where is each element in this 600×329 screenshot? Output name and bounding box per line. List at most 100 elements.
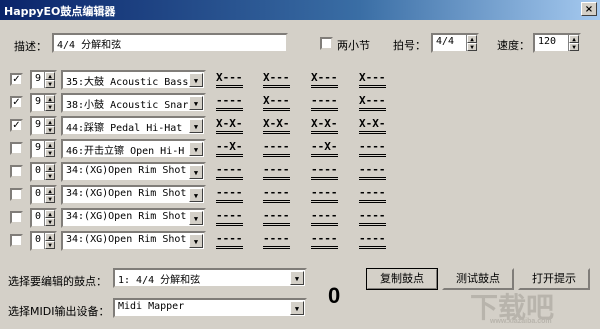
spin-down-icon[interactable]: ▼ [45,172,55,180]
track-enable-checkbox[interactable] [10,142,23,155]
beat-pattern-cell[interactable]: --X- [216,141,243,157]
beat-pattern-cell[interactable]: ---- [359,141,386,157]
chevron-down-icon[interactable]: ▼ [189,142,203,156]
beat-pattern-cell[interactable]: ---- [359,233,386,249]
track-volume-spinner[interactable]: ▲ ▼ [44,95,55,111]
spin-down-icon[interactable]: ▼ [45,80,55,88]
beat-pattern-cell[interactable]: ---- [263,187,290,203]
spin-down-icon[interactable]: ▼ [45,126,55,134]
beat-pattern-cell[interactable]: X--- [311,72,338,88]
spin-down-icon[interactable]: ▼ [45,103,55,111]
beat-pattern-cell[interactable]: X-X- [263,118,290,134]
track-enable-checkbox[interactable]: ✓ [10,119,23,132]
track-volume-field[interactable]: 9 ▲ ▼ [30,139,57,159]
track-volume-spinner[interactable]: ▲ ▼ [44,187,55,203]
beat-pattern-cell[interactable]: ---- [216,210,243,226]
beat-pattern-cell[interactable]: ---- [311,164,338,180]
track-volume-field[interactable]: 0 ▲ ▼ [30,185,57,205]
track-volume-spinner[interactable]: ▲ ▼ [44,210,55,226]
track-volume-spinner[interactable]: ▲ ▼ [44,233,55,249]
spin-down-icon[interactable]: ▼ [45,149,55,157]
beat-pattern-cell[interactable]: ---- [359,210,386,226]
track-volume-field[interactable]: 0 ▲ ▼ [30,231,57,251]
close-button[interactable]: × [581,2,597,16]
track-enable-checkbox[interactable] [10,211,23,224]
time-signature-spinner[interactable]: ▲ ▼ [466,35,477,51]
beat-pattern-cell[interactable]: X--- [359,72,386,88]
beat-pattern-cell[interactable]: ---- [216,95,243,111]
beat-pattern-cell[interactable]: ---- [311,210,338,226]
track-enable-checkbox[interactable]: ✓ [10,96,23,109]
track-instrument-select[interactable]: 34:(XG)Open Rim Shot ▼ [61,231,206,251]
spin-up-icon[interactable]: ▲ [45,164,55,172]
track-instrument-select[interactable]: 38:小鼓 Acoustic Snar ▼ [61,93,206,113]
spin-down-icon[interactable]: ▼ [569,43,579,51]
track-instrument-select[interactable]: 34:(XG)Open Rim Shot ▼ [61,185,206,205]
beat-pattern-cell[interactable]: ---- [311,187,338,203]
chevron-down-icon[interactable]: ▼ [189,73,203,87]
spin-up-icon[interactable]: ▲ [45,233,55,241]
chevron-down-icon[interactable]: ▼ [189,96,203,110]
spin-down-icon[interactable]: ▼ [45,195,55,203]
beat-pattern-cell[interactable]: ---- [216,233,243,249]
pattern-select[interactable]: 1: 4/4 分解和弦 ▼ [113,268,307,288]
spin-up-icon[interactable]: ▲ [45,72,55,80]
tempo-spinner[interactable]: ▲ ▼ [568,35,579,51]
description-input[interactable]: 4/4 分解和弦 [52,33,288,53]
beat-pattern-cell[interactable]: ---- [263,164,290,180]
copy-pattern-button[interactable]: 复制鼓点 [366,268,438,290]
beat-pattern-cell[interactable]: X-X- [216,118,243,134]
spin-down-icon[interactable]: ▼ [45,241,55,249]
spin-up-icon[interactable]: ▲ [45,187,55,195]
chevron-down-icon[interactable]: ▼ [189,234,203,248]
beat-pattern-cell[interactable]: ---- [216,187,243,203]
track-volume-field[interactable]: 0 ▲ ▼ [30,162,57,182]
track-instrument-select[interactable]: 35:大鼓 Acoustic Bass ▼ [61,70,206,90]
spin-down-icon[interactable]: ▼ [45,218,55,226]
beat-pattern-cell[interactable]: X-X- [311,118,338,134]
spin-up-icon[interactable]: ▲ [569,35,579,43]
beat-pattern-cell[interactable]: X-X- [359,118,386,134]
midi-device-select[interactable]: Midi Mapper ▼ [113,298,307,318]
spin-up-icon[interactable]: ▲ [45,118,55,126]
spin-up-icon[interactable]: ▲ [45,210,55,218]
chevron-down-icon[interactable]: ▼ [290,271,304,285]
beat-pattern-cell[interactable]: --X- [311,141,338,157]
track-volume-field[interactable]: 9 ▲ ▼ [30,116,57,136]
chevron-down-icon[interactable]: ▼ [189,211,203,225]
time-signature-field[interactable]: 4/4 ▲ ▼ [431,33,479,53]
track-instrument-select[interactable]: 44:踩镲 Pedal Hi-Hat ▼ [61,116,206,136]
beat-pattern-cell[interactable]: ---- [216,164,243,180]
chevron-down-icon[interactable]: ▼ [189,165,203,179]
beat-pattern-cell[interactable]: ---- [263,210,290,226]
spin-up-icon[interactable]: ▲ [467,35,477,43]
beat-pattern-cell[interactable]: X--- [216,72,243,88]
track-volume-field[interactable]: 0 ▲ ▼ [30,208,57,228]
track-volume-spinner[interactable]: ▲ ▼ [44,72,55,88]
tempo-field[interactable]: 120 ▲ ▼ [533,33,581,53]
track-enable-checkbox[interactable] [10,234,23,247]
track-enable-checkbox[interactable] [10,165,23,178]
track-volume-field[interactable]: 9 ▲ ▼ [30,70,57,90]
chevron-down-icon[interactable]: ▼ [189,188,203,202]
beat-pattern-cell[interactable]: X--- [359,95,386,111]
beat-pattern-cell[interactable]: ---- [311,95,338,111]
track-volume-spinner[interactable]: ▲ ▼ [44,118,55,134]
track-enable-checkbox[interactable] [10,188,23,201]
beat-pattern-cell[interactable]: ---- [263,233,290,249]
track-volume-field[interactable]: 9 ▲ ▼ [30,93,57,113]
spin-up-icon[interactable]: ▲ [45,141,55,149]
beat-pattern-cell[interactable]: ---- [263,141,290,157]
spin-up-icon[interactable]: ▲ [45,95,55,103]
track-volume-spinner[interactable]: ▲ ▼ [44,141,55,157]
beat-pattern-cell[interactable]: ---- [359,164,386,180]
beat-pattern-cell[interactable]: ---- [311,233,338,249]
track-volume-spinner[interactable]: ▲ ▼ [44,164,55,180]
beat-pattern-cell[interactable]: X--- [263,72,290,88]
chevron-down-icon[interactable]: ▼ [189,119,203,133]
track-instrument-select[interactable]: 46:开击立镲 Open Hi-H ▼ [61,139,206,159]
beat-pattern-cell[interactable]: X--- [263,95,290,111]
beat-pattern-cell[interactable]: ---- [359,187,386,203]
track-enable-checkbox[interactable]: ✓ [10,73,23,86]
track-instrument-select[interactable]: 34:(XG)Open Rim Shot ▼ [61,162,206,182]
